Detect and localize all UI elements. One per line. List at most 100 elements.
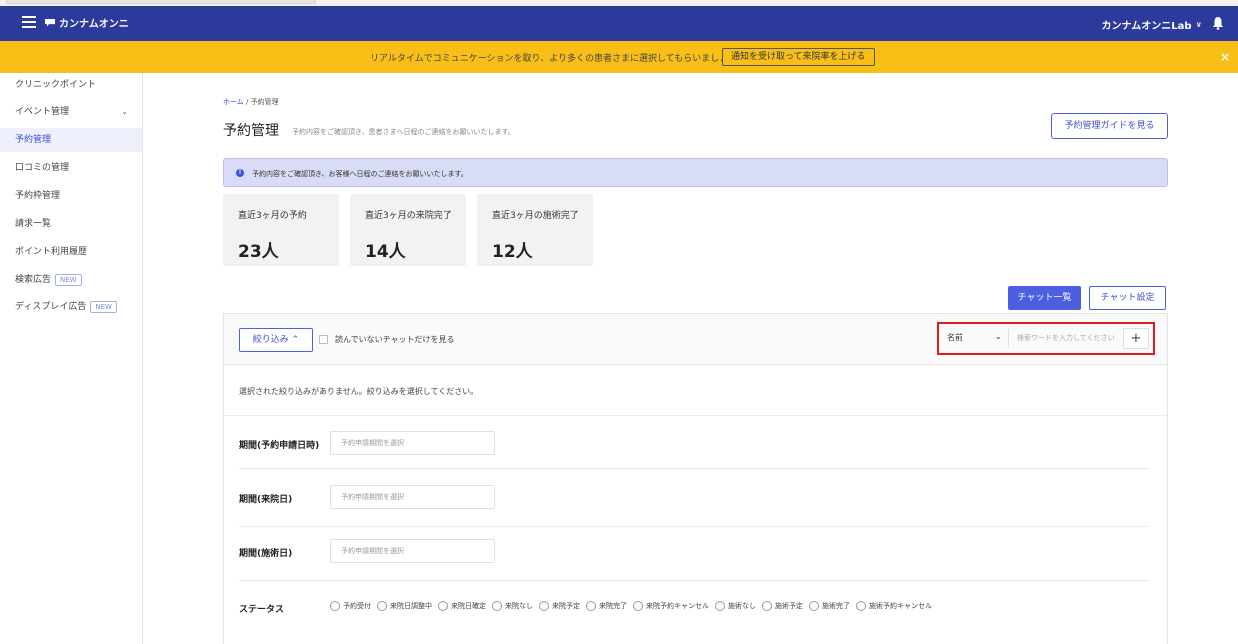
chat-settings-button[interactable]: チャット設定 xyxy=(1089,286,1166,310)
sidebar-item-point-history[interactable]: ポイント利用履歴 xyxy=(0,240,142,264)
notification-banner: リアルタイムでコミュニケーションを取り、より多くの患者さまに選択してもらいましょ… xyxy=(0,41,1238,73)
info-alert: ! 予約内容をご確認頂き、お客様へ日程のご連絡をお願いいたします。 xyxy=(223,158,1168,187)
page-description: 予約内容をご確認頂き、患者さまへ日程のご連絡をお願いいたします。 xyxy=(292,128,515,136)
search-input[interactable] xyxy=(1008,329,1122,347)
chevron-down-icon: ⌄ xyxy=(121,107,128,116)
unread-only-label: 読んでいないチャットだけを見る xyxy=(335,335,455,344)
divider xyxy=(239,468,1149,469)
enable-notifications-button[interactable]: 通知を受け取って来院率を上げる xyxy=(722,48,875,66)
status-option[interactable]: 来院完了 xyxy=(586,601,627,611)
info-icon: ! xyxy=(236,169,244,177)
account-name: カンナムオンニLab xyxy=(1101,21,1192,32)
radio-icon[interactable] xyxy=(492,601,502,611)
radio-icon[interactable] xyxy=(377,601,387,611)
view-guide-button[interactable]: 予約管理ガイドを見る xyxy=(1051,113,1168,139)
sidebar: クリニックポイント イベント管理 ⌄ 予約管理 口コミの管理 予約枠管理 請求一覧… xyxy=(0,73,143,644)
filter-row-request-date: 期間(予約申請日時) 予約申請期間を選択 xyxy=(239,422,1149,474)
breadcrumb-current: 予約管理 xyxy=(250,98,279,106)
stat-card-treatments-completed: 直近3ヶ月の施術完了 12人 xyxy=(477,194,593,266)
filter-row-treatment-date: 期間(施術日) 予約申請期間を選択 xyxy=(239,529,1149,581)
hamburger-menu-icon[interactable] xyxy=(22,16,36,30)
chat-filter-panel: 絞り込み ⌃ 読んでいないチャットだけを見る 名前 ⌄ + 選択された絞り込みが… xyxy=(223,313,1168,644)
sidebar-item-search-ads[interactable]: 検索広告 NEW xyxy=(0,268,142,292)
new-badge: NEW xyxy=(90,300,117,313)
date-range-input[interactable]: 予約申請期間を選択 xyxy=(330,485,495,509)
chat-list-button[interactable]: チャット一覧 xyxy=(1008,286,1081,310)
sidebar-item-reviews[interactable]: 口コミの管理 xyxy=(0,156,142,180)
radio-icon[interactable] xyxy=(633,601,643,611)
filter-row-status: ステータス 予約受付 来院日調整中 来院日確定 来院なし 来院予定 来院完了 来… xyxy=(239,584,1149,636)
sidebar-item-slots[interactable]: 予約枠管理 xyxy=(0,184,142,208)
status-option-label: 来院完了 xyxy=(599,602,627,610)
page-title: 予約管理 xyxy=(223,123,279,139)
browser-tab[interactable] xyxy=(6,0,316,4)
radio-icon[interactable] xyxy=(856,601,866,611)
status-option[interactable]: 来院なし xyxy=(492,601,533,611)
top-bar: カンナムオンニ カンナムオンニLab ∨ xyxy=(0,6,1238,41)
status-option[interactable]: 予約受付 xyxy=(330,601,371,611)
status-option[interactable]: 来院予定 xyxy=(539,601,580,611)
status-option-label: 施術なし xyxy=(728,602,756,610)
status-option[interactable]: 施術完了 xyxy=(809,601,850,611)
status-option[interactable]: 来院予約キャンセル xyxy=(633,601,709,611)
date-range-input[interactable]: 予約申請期間を選択 xyxy=(330,539,495,563)
stat-label: 直近3ヶ月の予約 xyxy=(238,211,307,221)
banner-message: リアルタイムでコミュニケーションを取り、より多くの患者さまに選択してもらいましょ… xyxy=(370,54,746,64)
status-option-label: 来院予定 xyxy=(552,602,580,610)
chevron-down-icon: ⌄ xyxy=(995,332,1002,341)
sidebar-item-label: 口コミの管理 xyxy=(15,163,70,173)
radio-icon[interactable] xyxy=(715,601,725,611)
radio-icon[interactable] xyxy=(809,601,819,611)
date-range-input[interactable]: 予約申請期間を選択 xyxy=(330,431,495,455)
status-option[interactable]: 来院日確定 xyxy=(438,601,486,611)
search-field-select[interactable]: 名前 ⌄ xyxy=(947,332,1002,343)
sidebar-item-label: ディスプレイ広告 xyxy=(15,302,87,312)
bell-icon[interactable] xyxy=(1212,16,1224,30)
info-message: 予約内容をご確認頂き、お客様へ日程のご連絡をお願いいたします。 xyxy=(252,170,468,178)
breadcrumb-separator: / xyxy=(243,98,251,106)
status-option[interactable]: 施術なし xyxy=(715,601,756,611)
sidebar-item-clinic-points[interactable]: クリニックポイント xyxy=(0,73,142,97)
new-badge: NEW xyxy=(55,273,82,286)
status-option-label: 来院日調整中 xyxy=(390,602,432,610)
close-icon[interactable]: × xyxy=(1220,50,1230,64)
checkbox-icon[interactable] xyxy=(319,335,328,344)
account-menu[interactable]: カンナムオンニLab ∨ xyxy=(1102,17,1202,32)
radio-icon[interactable] xyxy=(438,601,448,611)
status-option-label: 来院なし xyxy=(505,602,533,610)
radio-icon[interactable] xyxy=(762,601,772,611)
filter-toolbar: 絞り込み ⌃ 読んでいないチャットだけを見る 名前 ⌄ + xyxy=(224,314,1167,365)
status-option-label: 来院日確定 xyxy=(451,602,486,610)
radio-icon[interactable] xyxy=(539,601,549,611)
logo-mark-icon xyxy=(45,18,55,27)
search-box: 名前 ⌄ + xyxy=(937,322,1155,355)
status-option[interactable]: 施術予定 xyxy=(762,601,803,611)
unread-only-checkbox[interactable]: 読んでいないチャットだけを見る xyxy=(319,334,455,345)
filter-label: 期間(予約申請日時) xyxy=(239,441,320,451)
filter-label: ステータス xyxy=(239,605,285,615)
breadcrumb-home[interactable]: ホーム xyxy=(223,98,244,106)
chevron-down-icon: ∨ xyxy=(1195,20,1203,29)
radio-icon[interactable] xyxy=(586,601,596,611)
no-filter-message: 選択された絞り込みがありません。絞り込みを選択してください。 xyxy=(239,387,479,396)
main-content: ホーム / 予約管理 予約管理 予約内容をご確認頂き、患者さまへ日程のご連絡をお… xyxy=(143,73,1238,644)
sidebar-item-label: 請求一覧 xyxy=(15,219,52,229)
sidebar-item-label: 予約管理 xyxy=(15,135,52,145)
logo-text: カンナムオンニ xyxy=(59,19,129,30)
status-option[interactable]: 施術予約キャンセル xyxy=(856,601,932,611)
radio-icon[interactable] xyxy=(330,601,340,611)
sidebar-item-display-ads[interactable]: ディスプレイ広告 NEW xyxy=(0,295,142,319)
sidebar-item-billing[interactable]: 請求一覧 xyxy=(0,212,142,236)
status-option[interactable]: 来院日調整中 xyxy=(377,601,432,611)
filter-toggle-button[interactable]: 絞り込み ⌃ xyxy=(239,328,313,352)
sidebar-item-reservations[interactable]: 予約管理 xyxy=(0,128,142,152)
sidebar-item-events[interactable]: イベント管理 ⌄ xyxy=(0,100,142,124)
divider xyxy=(224,415,1167,416)
sidebar-item-label: クリニックポイント xyxy=(15,80,97,90)
stat-value: 23人 xyxy=(238,242,279,262)
stat-value: 14人 xyxy=(365,242,406,262)
sidebar-item-label: 検索広告 xyxy=(15,275,52,285)
add-search-button[interactable]: + xyxy=(1123,328,1149,349)
sidebar-item-label: ポイント利用履歴 xyxy=(15,247,88,257)
app-logo[interactable]: カンナムオンニ xyxy=(45,15,129,30)
